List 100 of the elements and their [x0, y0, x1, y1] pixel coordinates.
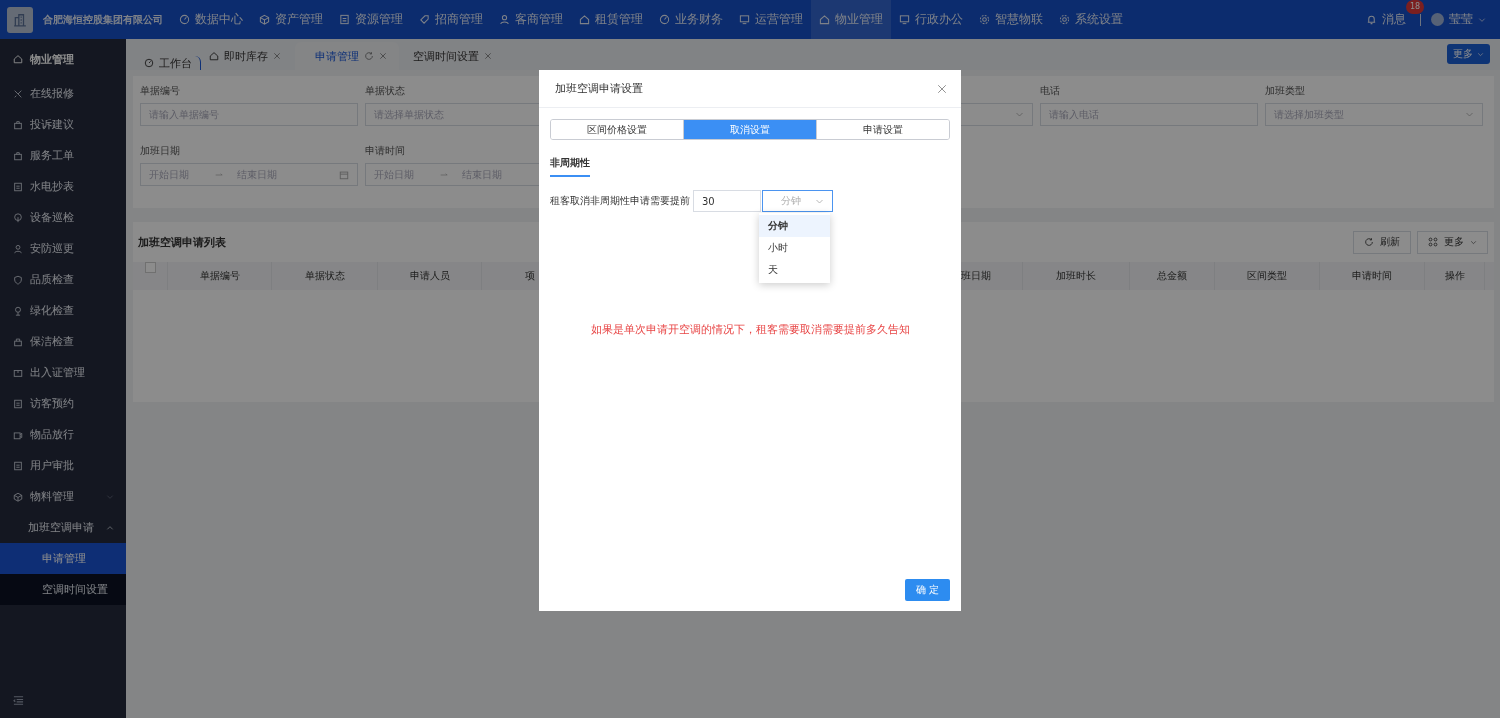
sidebar-item[interactable]: 安防巡更: [0, 233, 126, 264]
briefcase-icon: [13, 119, 23, 130]
chevron-down-icon: [1477, 50, 1484, 58]
dropdown-option[interactable]: 天: [759, 259, 830, 281]
sidebar-item[interactable]: 物料管理: [0, 481, 126, 512]
nav-item[interactable]: 系统设置: [1051, 0, 1131, 39]
dropdown-option[interactable]: 分钟: [759, 215, 830, 237]
chevron-down-icon: [1015, 110, 1024, 119]
company-name: 合肥海恒控股集团有限公司: [43, 12, 163, 27]
tab[interactable]: 即时库存: [201, 42, 289, 70]
tag-icon: [419, 14, 430, 25]
column-header: 申请时间: [1320, 262, 1425, 290]
circle-icon: [659, 14, 670, 25]
dropdown-option[interactable]: 小时: [759, 237, 830, 259]
nav-item[interactable]: 租赁管理: [571, 0, 651, 39]
input-field[interactable]: 30: [693, 190, 761, 212]
more-button[interactable]: 更多: [1417, 230, 1488, 254]
dialog-title: 加班空调申请设置: [555, 81, 643, 96]
circle-icon: [179, 14, 190, 25]
nav-item[interactable]: 招商管理: [411, 0, 491, 39]
nav-item[interactable]: 运营管理: [731, 0, 811, 39]
sidebar-title: 物业管理: [30, 51, 74, 67]
nav-item[interactable]: 客商管理: [491, 0, 571, 39]
close-icon[interactable]: [273, 52, 281, 60]
checkbox[interactable]: [145, 262, 156, 273]
unit-select[interactable]: 分钟: [762, 190, 833, 212]
refresh-icon: [1364, 237, 1374, 247]
sidebar-item[interactable]: 保洁检查: [0, 326, 126, 357]
chevron-up-icon: [106, 523, 114, 532]
sidebar-item[interactable]: 投诉建议: [0, 109, 126, 140]
avatar-icon: [1431, 13, 1444, 26]
nav-item[interactable]: 智慧物联: [971, 0, 1051, 39]
sidebar-item[interactable]: 绿化检查: [0, 295, 126, 326]
column-header: 总金额: [1130, 262, 1215, 290]
confirm-button[interactable]: 确 定: [905, 579, 950, 601]
sidebar-item[interactable]: 访客预约: [0, 388, 126, 419]
building-icon: [13, 12, 27, 27]
house-icon: [819, 14, 830, 25]
refresh-button[interactable]: 刷新: [1353, 230, 1411, 254]
sidebar-item[interactable]: 申请管理: [0, 543, 126, 574]
user-menu[interactable]: 莹莹: [1449, 11, 1473, 28]
column-header: 申请人员: [378, 262, 482, 290]
column-header: 单据编号: [168, 262, 272, 290]
column-header: 操作: [1425, 262, 1485, 290]
refresh-icon: [364, 51, 374, 61]
cube-icon: [259, 14, 270, 25]
tab[interactable]: 区间价格设置: [551, 120, 684, 139]
plant-icon: [13, 305, 23, 316]
document-icon: [13, 460, 23, 471]
chevron-down-icon: [1470, 238, 1477, 246]
tab[interactable]: 空调时间设置: [405, 42, 500, 70]
nav-item[interactable]: 行政办公: [891, 0, 971, 39]
close-icon[interactable]: [379, 52, 387, 60]
bell-icon: [1366, 14, 1377, 25]
nav-item[interactable]: 资源管理: [331, 0, 411, 39]
more-button[interactable]: 更多: [1447, 44, 1490, 64]
sidebar-item[interactable]: 空调时间设置: [0, 574, 126, 605]
sidebar-item[interactable]: 水电抄表: [0, 171, 126, 202]
sidebar-item[interactable]: 出入证管理: [0, 357, 126, 388]
sidebar-item[interactable]: 加班空调申请: [0, 512, 126, 543]
column-header: 项: [524, 269, 536, 283]
sidebar-item[interactable]: 在线报修: [0, 78, 126, 109]
sidebar-item[interactable]: 用户审批: [0, 450, 126, 481]
section-title: 非周期性: [550, 156, 590, 177]
nav-item[interactable]: 业务财务: [651, 0, 731, 39]
gauge-icon: [144, 58, 154, 68]
field-label: 申请时间: [365, 144, 405, 158]
nav-item[interactable]: 资产管理: [251, 0, 331, 39]
hint-text: 如果是单次申请开空调的情况下，租客需要取消需要提前多久告知: [589, 322, 911, 337]
field-label: 电话: [1040, 84, 1060, 98]
person-icon: [13, 243, 23, 254]
sidebar-item[interactable]: 服务工单: [0, 140, 126, 171]
close-icon[interactable]: [937, 83, 947, 94]
basket-icon: [13, 336, 23, 347]
field-label: 单据编号: [140, 84, 180, 98]
shield-icon: [13, 274, 23, 285]
monitor-icon: [899, 14, 910, 25]
tools-icon: [13, 88, 23, 99]
nav-item[interactable]: 数据中心: [171, 0, 251, 39]
tab[interactable]: 工作台: [136, 56, 201, 70]
chevron-down-icon: [1478, 15, 1486, 24]
field-label: 单据状态: [365, 84, 405, 98]
field-label: 加班日期: [140, 144, 180, 158]
house-icon: [13, 54, 23, 64]
sidebar-item[interactable]: 物品放行: [0, 419, 126, 450]
document-icon: [13, 398, 23, 409]
sidebar-item[interactable]: 品质检查: [0, 264, 126, 295]
gear-icon: [1059, 14, 1070, 25]
person-icon: [499, 14, 510, 25]
column-header: 加班时长: [1023, 262, 1130, 290]
menu-collapse-icon: [13, 695, 24, 706]
chevron-down-icon: [1465, 110, 1474, 119]
house-icon: [579, 14, 590, 25]
gear-icon: [979, 14, 990, 25]
close-icon[interactable]: [484, 52, 492, 60]
nav-item[interactable]: 物业管理: [811, 0, 891, 39]
sidebar-item[interactable]: 设备巡检: [0, 202, 126, 233]
messages-link[interactable]: 消息: [1382, 11, 1406, 28]
tab[interactable]: 取消设置: [684, 120, 817, 139]
column-header: 单据状态: [272, 262, 378, 290]
